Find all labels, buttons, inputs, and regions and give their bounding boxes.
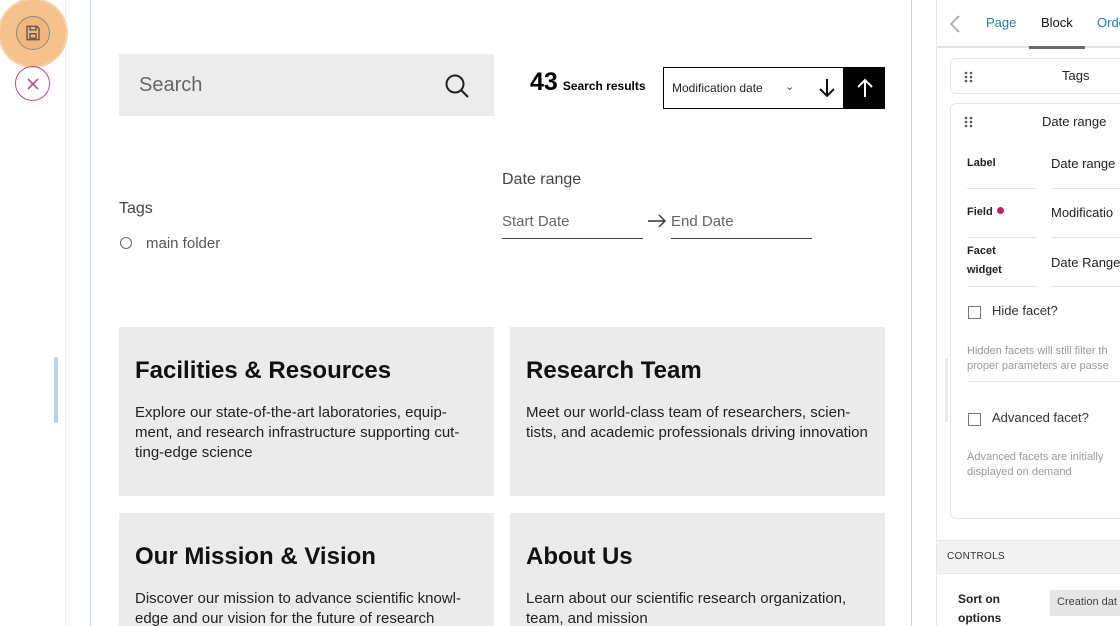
- card-title[interactable]: Research Team: [526, 357, 869, 385]
- tab-page[interactable]: Page: [986, 15, 1016, 30]
- result-card[interactable]: Research Team Meet our world-class team …: [510, 327, 885, 496]
- tag-option-radio[interactable]: [120, 237, 132, 249]
- search-bar: [119, 54, 494, 116]
- results-count: 43 Search results: [530, 68, 646, 97]
- help-line: Hidden facets will still filter th: [967, 345, 1108, 357]
- arrow-right-icon: [648, 214, 666, 228]
- sort-selected-value: Modification date: [672, 81, 763, 95]
- controls-title: CONTROLS: [947, 551, 1005, 562]
- card-title[interactable]: About Us: [526, 543, 869, 571]
- help-line: proper parameters are passe: [967, 360, 1109, 372]
- result-card[interactable]: Facilities & Resources Explore our state…: [119, 327, 494, 496]
- card-description: Learn about our scientific research orga…: [526, 590, 847, 626]
- facet-panel-title: Date range: [1042, 114, 1107, 129]
- result-card[interactable]: About Us Learn about our scientific rese…: [510, 513, 885, 626]
- tag-option-label[interactable]: main folder: [146, 235, 220, 252]
- drag-handle-icon[interactable]: [964, 71, 974, 83]
- card-description: Meet our world-class team of researchers…: [526, 404, 868, 441]
- divider: [967, 237, 1037, 238]
- hide-facet-checkbox[interactable]: [968, 306, 981, 319]
- arrow-down-icon: [818, 79, 835, 98]
- field-label: Field: [967, 203, 1004, 222]
- label-input[interactable]: Date range: [1051, 156, 1115, 171]
- card-description: Discover our mission to advance scientif…: [135, 590, 461, 626]
- advanced-facet-label[interactable]: Advanced facet?: [992, 410, 1089, 425]
- edit-toolbar: [0, 0, 66, 626]
- advanced-facet-checkbox[interactable]: [968, 413, 981, 426]
- divider: [967, 381, 1120, 382]
- active-tab-indicator: [1029, 46, 1085, 49]
- advanced-facet-help: Advanced facets are initially displayed …: [967, 450, 1120, 480]
- divider: [967, 286, 1037, 287]
- help-line: displayed on demand: [967, 466, 1072, 478]
- divider: [1051, 286, 1120, 287]
- sort-on-select[interactable]: Creation dat: [1050, 590, 1120, 616]
- close-icon: [26, 77, 39, 90]
- start-date-input[interactable]: Start Date: [502, 205, 643, 239]
- widget-select[interactable]: Date Range: [1051, 255, 1120, 270]
- facet-panel-tags[interactable]: Tags: [950, 58, 1120, 94]
- help-line: Advanced facets are initially: [967, 451, 1104, 463]
- end-date-input[interactable]: End Date: [671, 205, 812, 239]
- controls-section-header: CONTROLS: [937, 540, 1120, 574]
- sidebar-scrollbar[interactable]: [945, 358, 948, 422]
- tab-order[interactable]: Orde: [1097, 15, 1120, 30]
- result-card[interactable]: Our Mission & Vision Discover our missio…: [119, 513, 494, 626]
- cancel-button[interactable]: [15, 66, 50, 101]
- sort-descending-button[interactable]: [809, 67, 844, 109]
- results-number: 43: [530, 68, 558, 96]
- card-title[interactable]: Facilities & Resources: [135, 357, 478, 385]
- field-label: Facet widget: [967, 245, 1002, 276]
- resize-handle[interactable]: [54, 357, 58, 423]
- search-input[interactable]: [139, 73, 439, 97]
- save-button[interactable]: [0, 0, 66, 66]
- facet-panel-date-range: Date range Label Date range Field Modifi…: [950, 103, 1120, 519]
- chevron-left-icon[interactable]: [949, 14, 961, 34]
- field-label-text: Field: [967, 206, 993, 218]
- facet-date-title: Date range: [502, 171, 582, 188]
- settings-sidebar: Page Block Orde Tags Date range Label Da…: [936, 0, 1120, 626]
- divider: [1051, 188, 1120, 189]
- required-dot-icon: [996, 207, 1004, 214]
- sort-ascending-button[interactable]: [844, 67, 885, 109]
- card-description: Explore our state-of-the-art laboratorie…: [135, 404, 460, 461]
- card-title[interactable]: Our Mission & Vision: [135, 543, 478, 571]
- arrow-up-icon: [856, 78, 873, 97]
- sort-on-label: Sort on options: [958, 592, 1002, 625]
- search-icon[interactable]: [444, 73, 470, 99]
- sidebar-tabs: Page Block Orde: [937, 0, 1120, 49]
- hide-facet-help: Hidden facets will still filter th prope…: [967, 344, 1120, 374]
- results-label: Search results: [562, 79, 646, 93]
- field-select[interactable]: Modificatio: [1051, 205, 1113, 220]
- divider: [967, 188, 1037, 189]
- tab-block[interactable]: Block: [1041, 15, 1073, 30]
- chevron-down-icon: ⌄: [785, 81, 795, 93]
- facet-tags-title: Tags: [119, 200, 153, 217]
- hide-facet-label[interactable]: Hide facet?: [992, 303, 1058, 318]
- facet-panel-title: Tags: [1062, 68, 1090, 83]
- drag-handle-icon[interactable]: [964, 116, 974, 128]
- search-block: 43 Search results Modification date ⌄ Ta…: [90, 0, 912, 626]
- divider: [1051, 237, 1120, 238]
- field-label: Label: [967, 157, 996, 169]
- save-icon: [16, 16, 50, 50]
